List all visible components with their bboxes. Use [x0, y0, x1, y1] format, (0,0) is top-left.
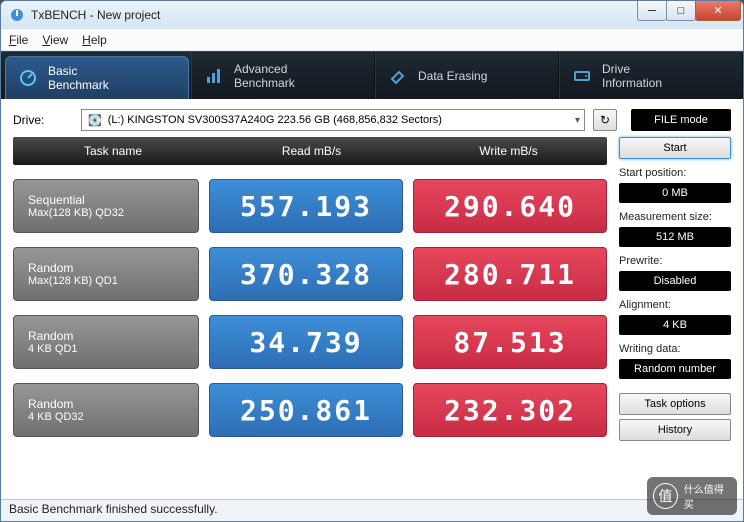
watermark: 值 什么值得买: [647, 477, 737, 515]
drive-label: Drive:: [13, 113, 73, 127]
start-button[interactable]: Start: [619, 137, 731, 159]
col-task-name: Task name: [13, 144, 213, 158]
bench-row: Random4 KB QD1 34.739 87.513: [13, 315, 607, 369]
app-window: TxBENCH - New project ─ □ ✕ File View He…: [0, 0, 744, 522]
results-header: Task name Read mB/s Write mB/s: [13, 137, 607, 165]
task-options-button[interactable]: Task options: [619, 393, 731, 415]
drive-icon: [572, 66, 592, 86]
write-value: 290.640: [413, 179, 607, 233]
read-value: 34.739: [209, 315, 403, 369]
tab-drive-information[interactable]: DriveInformation: [559, 52, 743, 99]
writing-data-label: Writing data:: [619, 343, 731, 355]
erase-icon: [388, 66, 408, 86]
bench-row: Random4 KB QD32 250.861 232.302: [13, 383, 607, 437]
tab-advanced-benchmark[interactable]: AdvancedBenchmark: [191, 52, 375, 99]
write-value: 87.513: [413, 315, 607, 369]
refresh-button[interactable]: ↻: [593, 109, 617, 131]
refresh-icon: ↻: [600, 113, 610, 127]
measurement-size-label: Measurement size:: [619, 211, 731, 223]
task-label: RandomMax(128 KB) QD1: [13, 247, 199, 301]
history-button[interactable]: History: [619, 419, 731, 441]
start-position-value[interactable]: 0 MB: [619, 183, 731, 203]
menu-file[interactable]: File: [9, 33, 28, 47]
prewrite-label: Prewrite:: [619, 255, 731, 267]
watermark-icon: 值: [653, 483, 678, 509]
window-title: TxBENCH - New project: [31, 8, 160, 22]
bench-row: RandomMax(128 KB) QD1 370.328 280.711: [13, 247, 607, 301]
task-label: SequentialMax(128 KB) QD32: [13, 179, 199, 233]
status-bar: Basic Benchmark finished successfully.: [1, 499, 743, 521]
read-value: 250.861: [209, 383, 403, 437]
measurement-size-value[interactable]: 512 MB: [619, 227, 731, 247]
write-value: 232.302: [413, 383, 607, 437]
read-value: 557.193: [209, 179, 403, 233]
bars-icon: [204, 66, 224, 86]
task-label: Random4 KB QD1: [13, 315, 199, 369]
start-position-label: Start position:: [619, 167, 731, 179]
alignment-value[interactable]: 4 KB: [619, 315, 731, 335]
disk-icon: 💽: [88, 114, 102, 127]
col-read: Read mB/s: [213, 144, 410, 158]
bench-rows: SequentialMax(128 KB) QD32 557.193 290.6…: [13, 179, 607, 437]
side-panel: Start Start position: 0 MB Measurement s…: [619, 137, 731, 441]
drive-row: Drive: 💽 (L:) KINGSTON SV300S37A240G 223…: [1, 99, 743, 137]
tabbar: BasicBenchmark AdvancedBenchmark Data Er…: [1, 51, 743, 99]
titlebar[interactable]: TxBENCH - New project ─ □ ✕: [1, 1, 743, 29]
watermark-text: 什么值得买: [684, 481, 731, 511]
app-icon: [9, 7, 25, 23]
menu-help[interactable]: Help: [82, 33, 107, 47]
tab-data-erasing[interactable]: Data Erasing: [375, 52, 559, 99]
col-write: Write mB/s: [410, 144, 607, 158]
prewrite-value[interactable]: Disabled: [619, 271, 731, 291]
results-panel: Task name Read mB/s Write mB/s Sequentia…: [13, 137, 607, 441]
write-value: 280.711: [413, 247, 607, 301]
read-value: 370.328: [209, 247, 403, 301]
alignment-label: Alignment:: [619, 299, 731, 311]
writing-data-value[interactable]: Random number: [619, 359, 731, 379]
bench-row: SequentialMax(128 KB) QD32 557.193 290.6…: [13, 179, 607, 233]
gauge-icon: [18, 68, 38, 88]
menu-view[interactable]: View: [42, 33, 68, 47]
close-button[interactable]: ✕: [695, 1, 741, 21]
maximize-button[interactable]: □: [666, 1, 696, 21]
tab-basic-benchmark[interactable]: BasicBenchmark: [5, 56, 189, 99]
minimize-button[interactable]: ─: [637, 1, 667, 21]
file-mode-button[interactable]: FILE mode: [631, 109, 731, 131]
drive-select[interactable]: 💽 (L:) KINGSTON SV300S37A240G 223.56 GB …: [81, 109, 585, 131]
menubar: File View Help: [1, 29, 743, 51]
task-label: Random4 KB QD32: [13, 383, 199, 437]
